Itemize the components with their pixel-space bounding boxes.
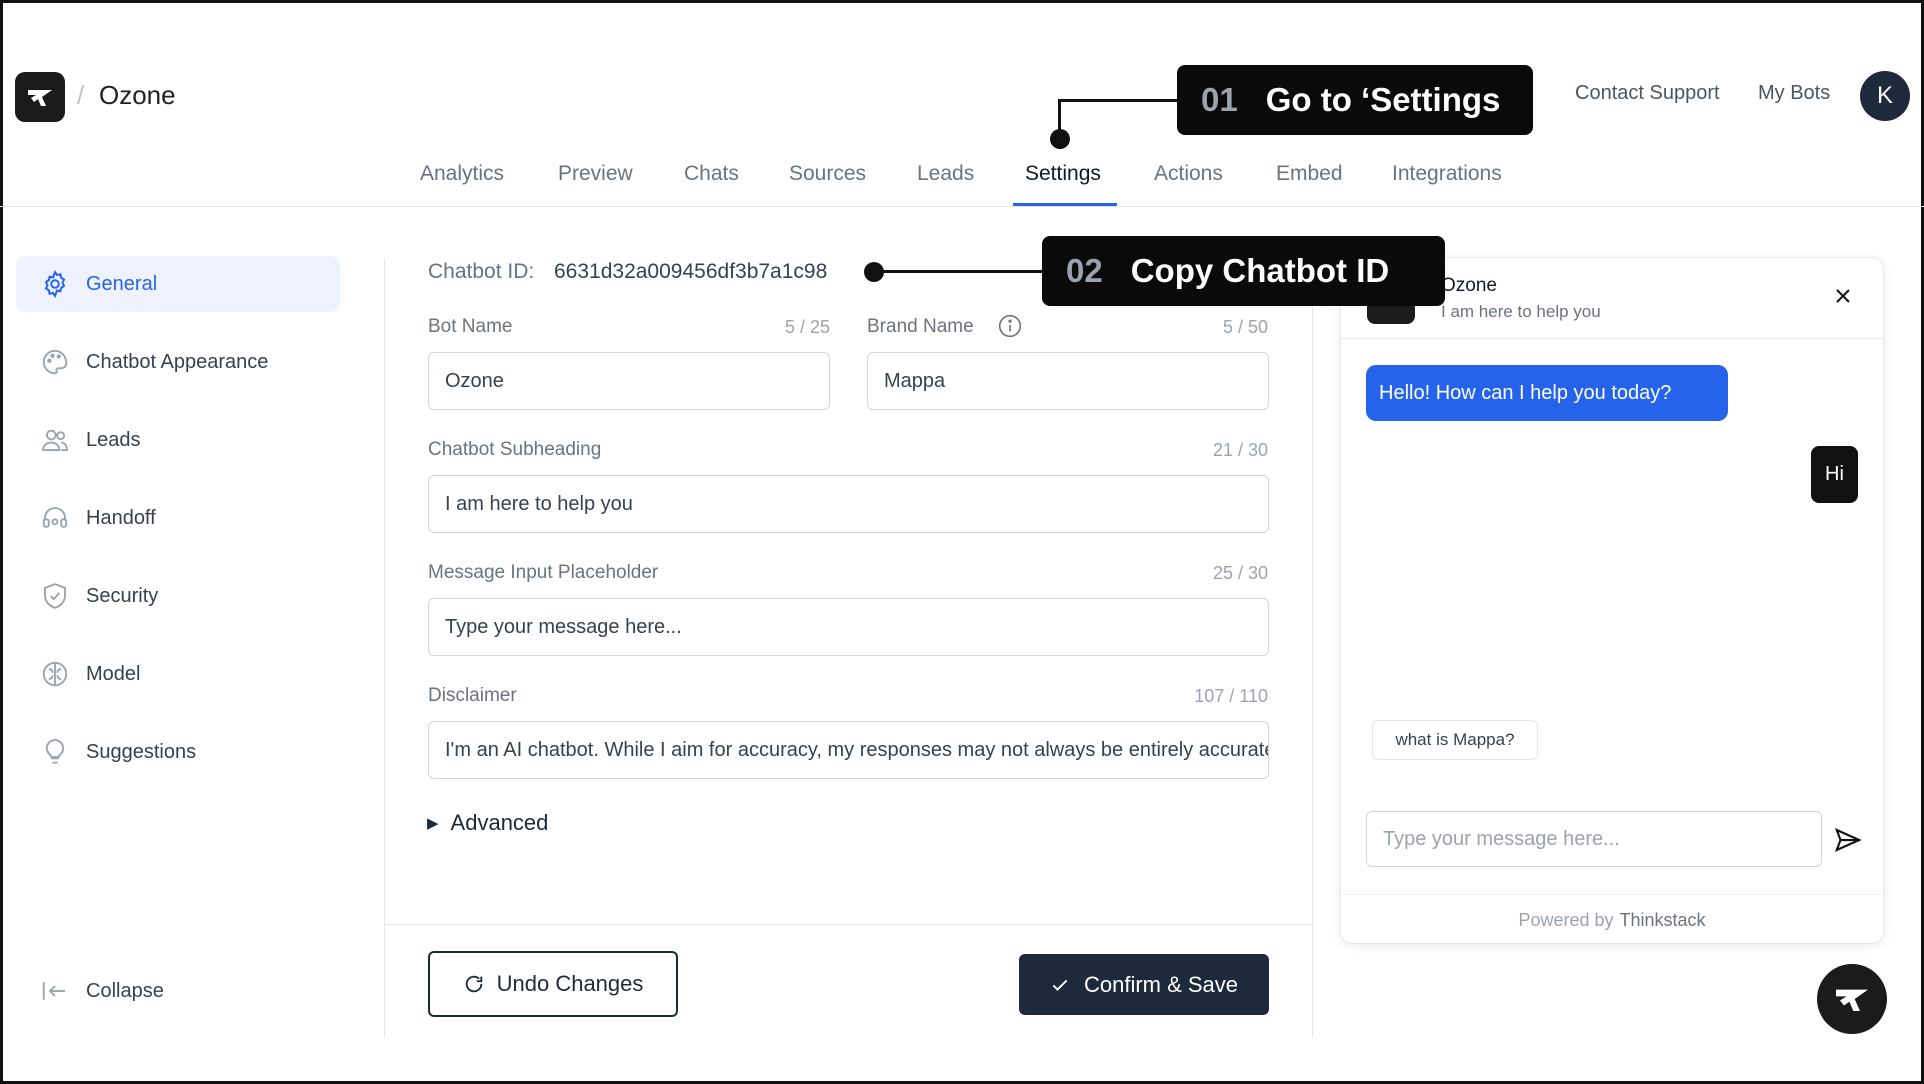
disclaimer-count: 107 / 110 <box>1194 686 1268 706</box>
refresh-icon <box>465 975 482 993</box>
project-name[interactable]: Ozone <box>99 80 176 111</box>
user-message: Hi <box>1811 446 1858 503</box>
tab-preview[interactable]: Preview <box>558 162 633 186</box>
collapse-label: Collapse <box>86 979 164 1002</box>
brand-name-count: 5 / 50 <box>1222 317 1268 337</box>
disclaimer-input[interactable]: I'm an AI chatbot. While I aim for accur… <box>428 721 1269 779</box>
sidebar-item-label: Model <box>86 662 141 685</box>
sidebar-item-label: Handoff <box>86 506 156 529</box>
preview-divider <box>1312 258 1313 1038</box>
tab-settings[interactable]: Settings <box>1025 162 1101 186</box>
sidebar-item-label: Leads <box>86 428 141 451</box>
brain-icon <box>39 658 71 690</box>
footer-divider <box>385 924 1312 925</box>
bot-name-input[interactable]: Ozone <box>428 352 830 410</box>
callout-chatbot-id: 02 Copy Chatbot ID <box>1042 236 1445 306</box>
tab-analytics[interactable]: Analytics <box>420 162 504 186</box>
brand-name-input[interactable]: Mappa <box>867 352 1269 410</box>
callout-connector <box>1058 99 1178 102</box>
sidebar-item-label: Suggestions <box>86 740 197 763</box>
avatar[interactable]: K <box>1860 71 1910 121</box>
gear-icon <box>39 268 71 300</box>
sidebar-divider <box>384 258 385 1038</box>
sidebar-item-label: Chatbot Appearance <box>86 350 269 373</box>
collapse-icon <box>39 975 71 1007</box>
sidebar-item-label: Security <box>86 584 159 607</box>
powered-by-text: Powered by <box>1518 909 1614 930</box>
callout-connector <box>874 270 1044 273</box>
sidebar-item-suggestions[interactable]: Suggestions <box>16 724 340 780</box>
tab-sources[interactable]: Sources <box>789 162 866 186</box>
tab-actions[interactable]: Actions <box>1154 162 1223 186</box>
chatbot-id-value[interactable]: 6631d32a009456df3b7a1c98 <box>554 260 827 284</box>
chatbot-id-label: Chatbot ID: <box>428 260 535 283</box>
chat-preview-panel: Ozone I am here to help you Hello! How c… <box>1340 257 1884 944</box>
callout-text: Go to ‘Settings <box>1265 81 1501 118</box>
undo-label: Undo Changes <box>496 971 644 996</box>
app-logo[interactable] <box>15 72 65 122</box>
confirm-save-button[interactable]: Confirm & Save <box>1019 954 1269 1015</box>
disclaimer-label: Disclaimer <box>428 685 517 706</box>
sidebar-item-security[interactable]: Security <box>16 568 340 624</box>
shield-icon <box>39 580 71 612</box>
advanced-toggle[interactable]: ▶ Advanced <box>427 810 548 836</box>
collapse-button[interactable]: Collapse <box>16 963 340 1019</box>
sidebar-item-leads[interactable]: Leads <box>16 412 340 468</box>
tab-bar: Analytics Preview Chats Sources Leads Se… <box>0 150 1924 207</box>
powered-by-brand[interactable]: Thinkstack <box>1620 910 1706 931</box>
tab-embed[interactable]: Embed <box>1276 162 1343 186</box>
sidebar-item-chatbot-appearance[interactable]: Chatbot Appearance <box>16 334 340 390</box>
subheading-count: 21 / 30 <box>1212 440 1268 460</box>
sidebar-item-model[interactable]: Model <box>16 646 340 702</box>
callout-dot <box>1050 129 1070 149</box>
chat-title: Ozone <box>1441 275 1497 296</box>
breadcrumb-separator: / <box>77 80 85 110</box>
chat-launcher-button[interactable] <box>1817 964 1887 1034</box>
placeholder-input[interactable]: Type your message here... <box>428 598 1269 656</box>
placeholder-count: 25 / 30 <box>1212 563 1268 583</box>
undo-changes-button[interactable]: Undo Changes <box>428 951 678 1017</box>
check-icon <box>1052 979 1068 991</box>
triangle-right-icon: ▶ <box>427 815 439 832</box>
callout-number: 01 <box>1201 81 1238 118</box>
sidebar-item-general[interactable]: General <box>16 256 340 312</box>
tab-leads[interactable]: Leads <box>917 162 974 186</box>
suggestion-chip[interactable]: what is Mappa? <box>1372 720 1538 760</box>
powered-by: Powered by Thinkstack <box>1341 894 1883 943</box>
tab-chats[interactable]: Chats <box>684 162 739 186</box>
subheading-input[interactable]: I am here to help you <box>428 475 1269 533</box>
chat-message-input[interactable]: Type your message here... <box>1366 811 1822 867</box>
callout-text: Copy Chatbot ID <box>1130 252 1390 289</box>
send-icon[interactable] <box>1833 825 1863 855</box>
save-label: Confirm & Save <box>1083 971 1239 997</box>
sidebar-item-label: General <box>86 272 158 295</box>
tab-integrations[interactable]: Integrations <box>1392 162 1502 186</box>
info-icon[interactable] <box>997 313 1023 339</box>
subheading-label: Chatbot Subheading <box>428 439 602 460</box>
bot-name-count: 5 / 25 <box>784 317 830 337</box>
logo-icon <box>1836 989 1868 1011</box>
bot-message: Hello! How can I help you today? <box>1366 365 1728 421</box>
sidebar-item-handoff[interactable]: Handoff <box>16 490 340 546</box>
headset-icon <box>39 502 71 534</box>
callout-number: 02 <box>1066 252 1103 289</box>
brand-name-label: Brand Name <box>867 316 974 337</box>
lightbulb-icon <box>39 736 71 768</box>
bot-name-label: Bot Name <box>428 316 513 337</box>
chat-subtitle: I am here to help you <box>1441 302 1601 321</box>
close-icon[interactable] <box>1831 284 1855 308</box>
placeholder-label: Message Input Placeholder <box>428 562 659 583</box>
my-bots-link[interactable]: My Bots <box>1758 82 1830 105</box>
callout-settings: 01 Go to ‘Settings <box>1177 65 1533 135</box>
active-tab-indicator <box>1013 203 1117 206</box>
contact-support-link[interactable]: Contact Support <box>1575 82 1720 105</box>
logo-icon <box>28 90 52 106</box>
advanced-label: Advanced <box>450 810 549 835</box>
users-icon <box>39 424 71 456</box>
palette-icon <box>39 346 71 378</box>
